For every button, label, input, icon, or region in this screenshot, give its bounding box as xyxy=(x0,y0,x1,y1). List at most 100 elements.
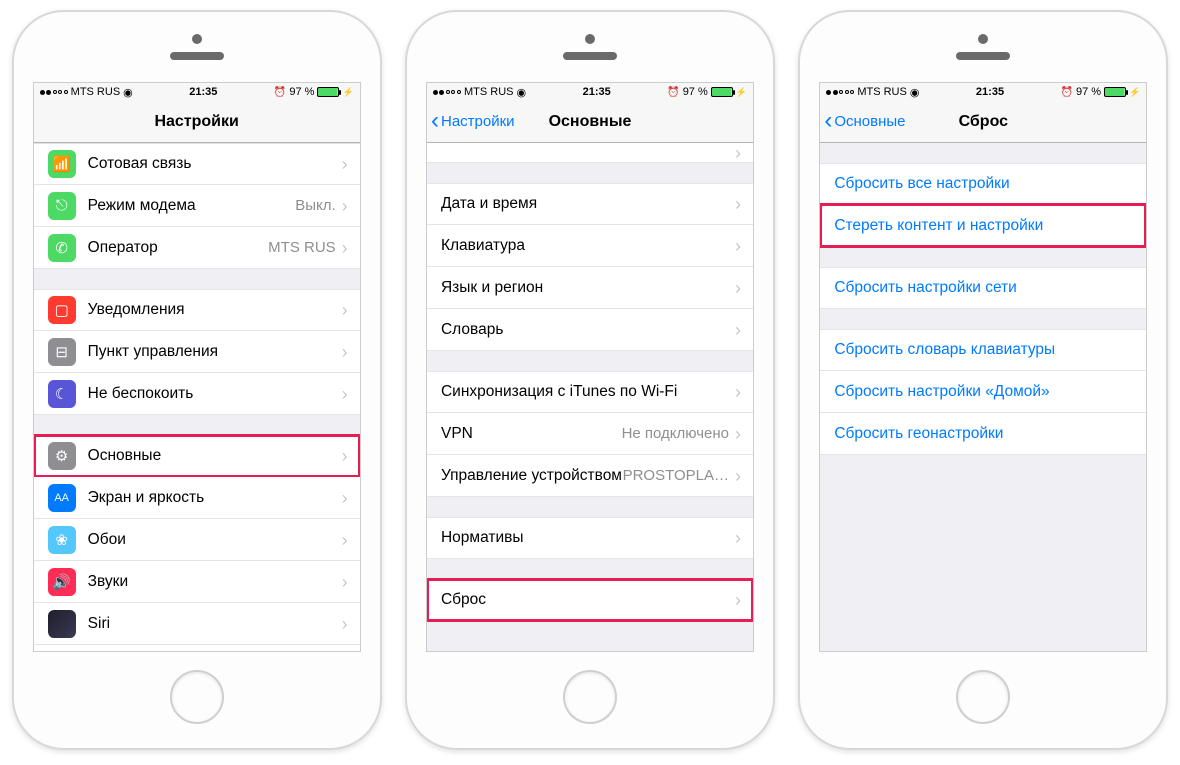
row-hotspot[interactable]: ⎋ Режим модемаВыкл. › xyxy=(34,185,360,227)
row-cellular[interactable]: 📶Сотовая связь› xyxy=(34,143,360,185)
content-1[interactable]: 📶Сотовая связь›⎋Режим модемаВыкл.›✆Опера… xyxy=(34,143,360,651)
row-label: Стереть контент и настройки xyxy=(834,217,1146,235)
row-wallpaper[interactable]: ❀Обои› xyxy=(34,519,360,561)
row-restrictions[interactable]: Ограничения Выкл. › xyxy=(427,143,753,163)
screen-1: MTS RUS ◉ 21:35 ⏰ 97 % ⚡ Настройки 📶Сото… xyxy=(33,82,361,652)
notifications-icon: ▢ xyxy=(48,296,76,324)
group-reset-network: Сбросить настройки сети xyxy=(820,267,1146,309)
row-label: Синхронизация с iTunes по Wi-Fi xyxy=(441,383,735,401)
nav-back-button[interactable]: ‹ Основные xyxy=(824,101,905,142)
page-title: Основные xyxy=(549,113,632,131)
row-sounds[interactable]: 🔊Звуки› xyxy=(34,561,360,603)
row-label: Сотовая связь xyxy=(88,155,342,173)
row-label: Сбросить настройки «Домой» xyxy=(834,383,1146,401)
row-dictionary[interactable]: Словарь› xyxy=(427,309,753,351)
group-notifications: ▢Уведомления›⊟Пункт управления› ☾ Не беспо… xyxy=(34,289,360,415)
row-reset-keyboard[interactable]: Сбросить словарь клавиатуры xyxy=(820,329,1146,371)
row-label: Сброс xyxy=(441,591,735,609)
alarm-icon: ⏰ xyxy=(667,87,679,98)
dnd-icon: ☾ xyxy=(48,380,76,408)
row-label: Словарь xyxy=(441,321,735,339)
chevron-right-icon: › xyxy=(735,321,741,339)
row-general[interactable]: ⚙Основные› xyxy=(34,435,360,477)
row-label: Режим модема xyxy=(88,197,296,215)
row-label: Обои xyxy=(88,531,342,549)
status-time: 21:35 xyxy=(189,86,217,98)
status-bar: MTS RUS ◉ 21:35 ⏰ 97 % ⚡ xyxy=(34,83,360,101)
nav-back-label: Основные xyxy=(834,113,905,130)
group-sync: Синхронизация с iTunes по Wi-Fi›VPNНе по… xyxy=(427,371,753,497)
row-label: Siri xyxy=(88,615,342,633)
row-value: Не подключено xyxy=(622,425,729,442)
row-label: Язык и регион xyxy=(441,279,735,297)
chevron-right-icon: › xyxy=(342,447,348,465)
chevron-right-icon: › xyxy=(342,197,348,215)
carrier-label: MTS RUS xyxy=(71,86,121,98)
home-button[interactable] xyxy=(563,670,617,724)
row-reset[interactable]: Сброс› xyxy=(427,579,753,621)
row-label: Экран и яркость xyxy=(88,489,342,507)
chevron-right-icon: › xyxy=(342,155,348,173)
nav-back-button[interactable]: ‹ Настройки xyxy=(431,101,515,142)
chevron-right-icon: › xyxy=(735,529,741,547)
hotspot-icon: ⎋ xyxy=(48,192,76,220)
row-reset-network[interactable]: Сбросить настройки сети xyxy=(820,267,1146,309)
chevron-right-icon: › xyxy=(735,383,741,401)
row-lang[interactable]: Язык и регион› xyxy=(427,267,753,309)
row-value: Выкл. xyxy=(295,197,335,214)
home-button[interactable] xyxy=(170,670,224,724)
row-vpn[interactable]: VPNНе подключено› xyxy=(427,413,753,455)
screen-3: MTS RUS ◉ 21:35 ⏰ 97 % ⚡ ‹ Основные Сбро… xyxy=(819,82,1147,652)
home-button[interactable] xyxy=(956,670,1010,724)
row-control-center[interactable]: ⊟Пункт управления› xyxy=(34,331,360,373)
camera-dot xyxy=(192,34,202,44)
row-carrier[interactable]: ✆ОператорMTS RUS› xyxy=(34,227,360,269)
alarm-icon: ⏰ xyxy=(1061,87,1073,98)
chevron-right-icon: › xyxy=(735,279,741,297)
battery-pct: 97 % xyxy=(683,86,708,98)
chevron-right-icon: › xyxy=(342,615,348,633)
phone-top xyxy=(407,12,773,82)
charging-icon: ⚡ xyxy=(736,87,747,98)
sounds-icon: 🔊 xyxy=(48,568,76,596)
row-itunes-wifi[interactable]: Синхронизация с iTunes по Wi-Fi› xyxy=(427,371,753,413)
row-label: Оператор xyxy=(88,239,269,257)
wifi-icon: ◉ xyxy=(516,86,526,99)
chevron-right-icon: › xyxy=(342,489,348,507)
row-device-mgmt[interactable]: Управление устройствомPROSTOPLA…› xyxy=(427,455,753,497)
row-reset-location[interactable]: Сбросить геонастройки xyxy=(820,413,1146,455)
row-siri[interactable]: Siri› xyxy=(34,603,360,645)
row-label: VPN xyxy=(441,425,622,443)
charging-icon: ⚡ xyxy=(342,87,353,98)
row-regulatory[interactable]: Нормативы› xyxy=(427,517,753,559)
row-erase-all[interactable]: Стереть контент и настройки xyxy=(820,205,1146,247)
row-value: MTS RUS xyxy=(268,239,336,256)
row-label: Не беспокоить xyxy=(88,385,342,403)
row-reset-home[interactable]: Сбросить настройки «Домой» xyxy=(820,371,1146,413)
status-bar: MTS RUS ◉ 21:35 ⏰ 97 % ⚡ xyxy=(427,83,753,101)
row-label: Звуки xyxy=(88,573,342,591)
earpiece xyxy=(563,52,617,60)
chevron-right-icon: › xyxy=(342,385,348,403)
row-keyboard[interactable]: Клавиатура› xyxy=(427,225,753,267)
chevron-right-icon: › xyxy=(342,239,348,257)
content-3[interactable]: Сбросить все настройки Стереть контент и … xyxy=(820,143,1146,651)
chevron-right-icon: › xyxy=(735,467,741,485)
row-reset-all[interactable]: Сбросить все настройки xyxy=(820,163,1146,205)
row-label: Управление устройством xyxy=(441,467,623,485)
row-display[interactable]: AAЭкран и яркость› xyxy=(34,477,360,519)
group-localization: Дата и время›Клавиатура›Язык и регион›Сл… xyxy=(427,183,753,351)
row-datetime[interactable]: Дата и время› xyxy=(427,183,753,225)
row-touchid[interactable]: ◉Touch ID и код-пароль› xyxy=(34,645,360,651)
row-notifications[interactable]: ▢Уведомления› xyxy=(34,289,360,331)
camera-dot xyxy=(585,34,595,44)
chevron-right-icon: › xyxy=(342,531,348,549)
signal-dots-icon xyxy=(826,90,854,95)
charging-icon: ⚡ xyxy=(1129,87,1140,98)
nav-back-label: Настройки xyxy=(441,113,515,130)
content-2[interactable]: Ограничения Выкл. › Дата и время›Клавиат… xyxy=(427,143,753,651)
status-bar: MTS RUS ◉ 21:35 ⏰ 97 % ⚡ xyxy=(820,83,1146,101)
group-system: ⚙Основные›AAЭкран и яркость›❀Обои› 🔊 Звуки… xyxy=(34,435,360,651)
row-dnd[interactable]: ☾ Не беспокоить› xyxy=(34,373,360,415)
phone-frame-1: MTS RUS ◉ 21:35 ⏰ 97 % ⚡ Настройки 📶Сото… xyxy=(12,10,382,750)
